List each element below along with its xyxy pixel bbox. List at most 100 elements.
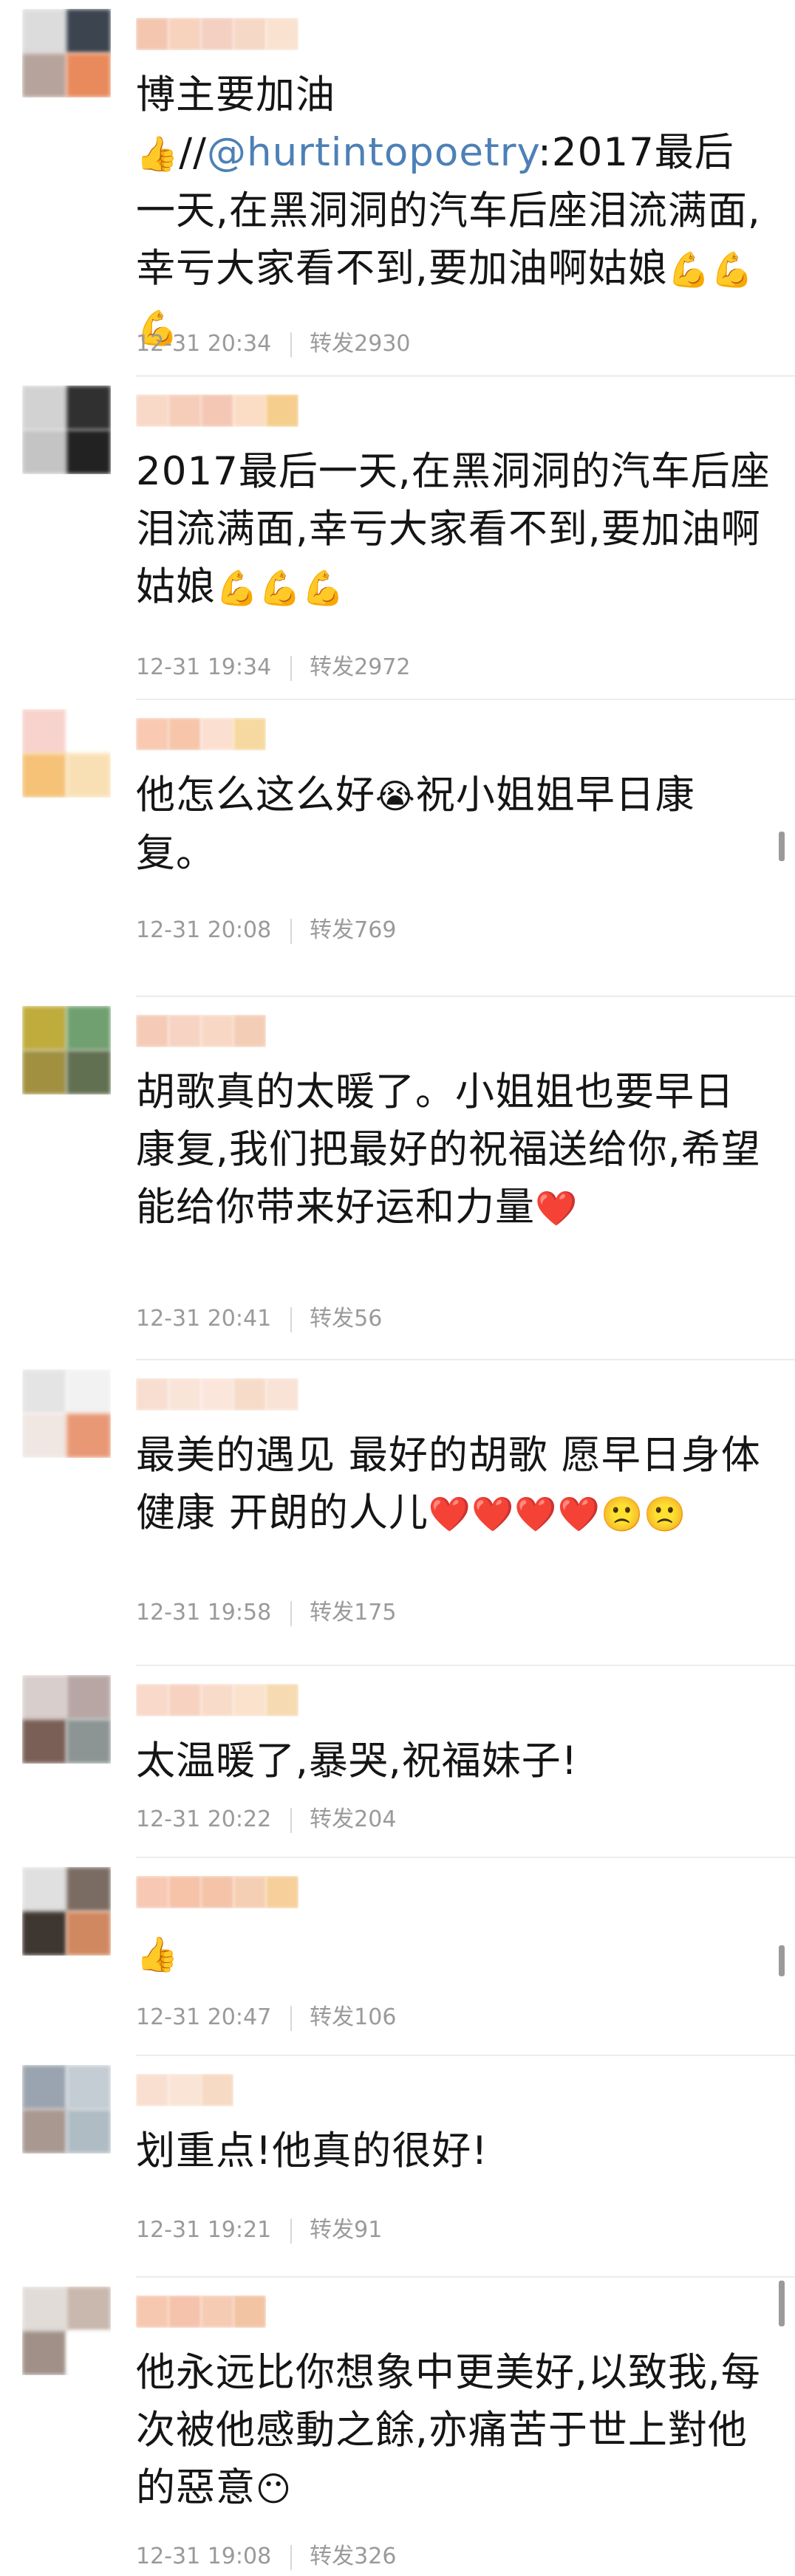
username-blurred[interactable] xyxy=(136,1684,298,1716)
blur-tile xyxy=(233,2295,266,2328)
blur-tile xyxy=(22,1006,66,1050)
repost-count[interactable]: 转发2972 xyxy=(310,654,410,680)
timestamp: 12-31 20:22 xyxy=(136,1806,272,1832)
blur-tile xyxy=(136,1876,168,1908)
divider xyxy=(290,1306,293,1332)
repost-count[interactable]: 转发326 xyxy=(310,2544,396,2569)
timestamp: 12-31 19:34 xyxy=(136,654,272,680)
blur-tile xyxy=(136,2074,168,2106)
repost-count[interactable]: 转发204 xyxy=(310,1806,396,1832)
mention-link[interactable]: @hurtintopoetry xyxy=(207,130,538,175)
flexed-biceps-emoji: 💪💪💪 xyxy=(216,568,345,608)
blur-tile xyxy=(136,718,168,750)
comment-item: 最美的遇见 最好的胡歌 愿早日身体健康 开朗的人儿❤️❤️❤️❤️🙁🙁 12-3… xyxy=(0,1360,795,1666)
blur-tile xyxy=(66,753,111,798)
divider xyxy=(290,918,293,944)
repost-count[interactable]: 转发91 xyxy=(310,2217,382,2243)
blur-tile xyxy=(22,2331,66,2375)
timestamp: 12-31 19:58 xyxy=(136,1600,272,1626)
scrollbar[interactable] xyxy=(779,1945,785,1976)
avatar[interactable] xyxy=(22,1369,111,1458)
blur-tile xyxy=(22,2065,66,2109)
blur-tile xyxy=(201,1876,233,1908)
comment-meta: 12-31 20:22 转发204 xyxy=(136,1801,396,1833)
blur-tile xyxy=(201,394,233,427)
comment-meta: 12-31 20:41 转发56 xyxy=(136,1300,382,1332)
avatar[interactable] xyxy=(22,386,111,474)
scrollbar[interactable] xyxy=(779,832,785,861)
divider xyxy=(290,2544,293,2570)
username-blurred[interactable] xyxy=(136,1015,266,1047)
crying-face-emoji: 😭 xyxy=(375,776,416,816)
comment-item: 划重点!他真的很好! 12-31 19:21 转发91 xyxy=(0,2056,795,2278)
blur-tile xyxy=(233,1684,266,1716)
blur-tile xyxy=(201,1015,233,1047)
avatar[interactable] xyxy=(22,9,111,97)
avatar[interactable] xyxy=(22,709,111,798)
blur-tile xyxy=(168,2295,201,2328)
blur-tile xyxy=(66,1050,111,1095)
blur-tile xyxy=(168,394,201,427)
blur-tile xyxy=(168,1684,201,1716)
username-blurred[interactable] xyxy=(136,2074,233,2106)
blur-tile xyxy=(136,394,168,427)
blur-tile xyxy=(233,1015,266,1047)
divider xyxy=(290,655,293,681)
repost-count[interactable]: 转发175 xyxy=(310,1600,396,1626)
repost-count[interactable]: 转发106 xyxy=(310,2004,396,2030)
thumbs-up-emoji: 👍 xyxy=(136,1934,180,1974)
divider xyxy=(290,1600,293,1626)
blur-tile xyxy=(22,53,66,97)
username-blurred[interactable] xyxy=(136,2295,266,2328)
blur-tile xyxy=(22,2109,66,2154)
blur-tile xyxy=(22,1911,66,1956)
avatar[interactable] xyxy=(22,2065,111,2154)
repost-count[interactable]: 转发769 xyxy=(310,917,396,943)
timestamp: 12-31 19:08 xyxy=(136,2544,272,2569)
username-blurred[interactable] xyxy=(136,18,298,50)
blur-tile xyxy=(22,430,66,474)
blur-tile xyxy=(233,1378,266,1411)
divider xyxy=(290,2005,293,2031)
comment-item: 胡歌真的太暖了。小姐姐也要早日康复,我们把最好的祝福送给你,希望能给你带来好运和… xyxy=(0,997,795,1360)
avatar[interactable] xyxy=(22,1867,111,1956)
blur-tile xyxy=(66,709,111,753)
comment-meta: 12-31 20:08 转发769 xyxy=(136,911,396,944)
avatar[interactable] xyxy=(22,1675,111,1764)
blur-tile xyxy=(66,1414,111,1458)
blur-tile xyxy=(136,1378,168,1411)
repost-count[interactable]: 转发56 xyxy=(310,1306,382,1332)
blur-tile xyxy=(22,1675,66,1719)
blur-tile xyxy=(266,394,298,427)
blur-tile xyxy=(66,1867,111,1911)
blur-tile xyxy=(22,1369,66,1414)
username-blurred[interactable] xyxy=(136,394,298,427)
timestamp: 12-31 19:21 xyxy=(136,2217,272,2243)
username-blurred[interactable] xyxy=(136,1378,298,1411)
timestamp: 12-31 20:41 xyxy=(136,1306,272,1332)
hearts-and-frown-emoji: ❤️❤️❤️❤️🙁🙁 xyxy=(428,1494,687,1534)
scrollbar[interactable] xyxy=(779,2281,785,2326)
comment-item: 他永远比你想象中更美好,以致我,每次被他感動之餘,亦痛苦于世上對他的惡意😶 12… xyxy=(0,2278,795,2576)
blur-tile xyxy=(168,18,201,50)
username-blurred[interactable] xyxy=(136,718,266,750)
blur-tile xyxy=(266,18,298,50)
timestamp: 12-31 20:47 xyxy=(136,2004,272,2030)
repost-count[interactable]: 转发2930 xyxy=(310,331,410,357)
blur-tile xyxy=(136,18,168,50)
comment-item: 2017最后一天,在黑洞洞的汽车后座泪流满面,幸亏大家看不到,要加油啊姑娘💪💪💪… xyxy=(0,377,795,700)
blur-tile xyxy=(66,1006,111,1050)
blur-tile xyxy=(136,1015,168,1047)
comment-item: 博主要加油👍//@hurtintopoetry:2017最后一天,在黑洞洞的汽车… xyxy=(0,0,795,377)
face-without-mouth-emoji: 😶 xyxy=(256,2469,292,2509)
avatar[interactable] xyxy=(22,2286,111,2375)
blur-tile xyxy=(22,9,66,53)
comment-text: 他怎么这么好😭祝小姐姐早日康复。 xyxy=(136,773,695,876)
blur-tile xyxy=(66,53,111,97)
blur-tile xyxy=(66,1911,111,1956)
blur-tile xyxy=(266,1684,298,1716)
avatar[interactable] xyxy=(22,1006,111,1095)
red-heart-emoji: ❤️ xyxy=(535,1188,579,1228)
blur-tile xyxy=(66,430,111,474)
username-blurred[interactable] xyxy=(136,1876,298,1908)
